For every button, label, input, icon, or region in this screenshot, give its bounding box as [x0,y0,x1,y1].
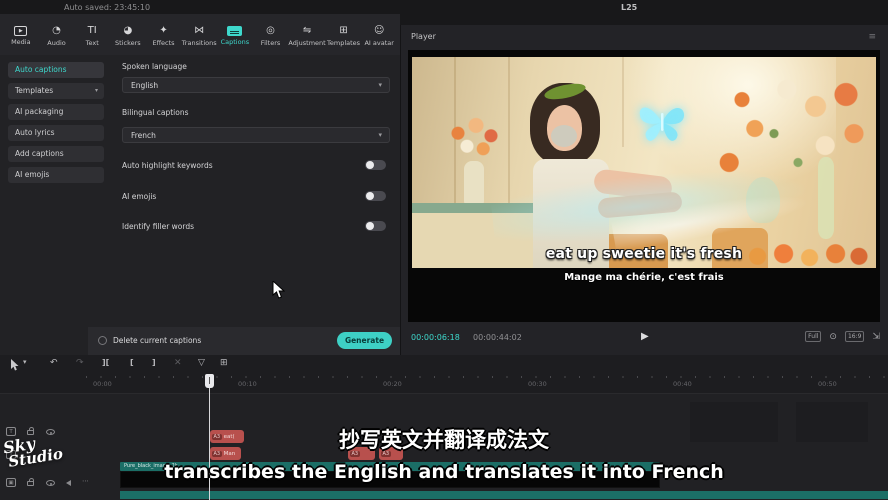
sky-studio-watermark: Sky Studio [2,432,64,470]
tab-transitions[interactable]: ⋈ Transitions [181,25,217,47]
auto-highlight-label: Auto highlight keywords [122,161,213,170]
video-preview[interactable]: eat up sweetie it's fresh Mange ma chéri… [408,50,880,322]
autosave-status: Auto saved: 23:45:10 [64,3,150,12]
auto-captions-panel: Spoken language English ▾ Bilingual capt… [110,55,400,355]
sidebar-item-ai-packaging[interactable]: AI packaging [8,104,104,120]
bilingual-language-select[interactable]: French ▾ [122,127,390,143]
undo-icon[interactable]: ↶ [50,358,58,368]
split-icon[interactable]: ][ [102,358,109,367]
ai-emojis-label: AI emojis [122,192,156,201]
text-icon: TI [88,25,97,37]
tab-text[interactable]: TI Text [74,25,110,47]
tab-audio[interactable]: ◔ Audio [39,25,75,47]
tab-templates[interactable]: ⊞ Templates [326,25,362,47]
aspect-ratio-button[interactable]: 16:9 [845,331,864,342]
chevron-down-icon: ▾ [95,83,98,99]
sidebar-item-templates[interactable]: Templates ▾ [8,83,104,99]
sidebar-item-auto-captions[interactable]: Auto captions [8,62,104,78]
mouse-cursor [272,281,285,299]
tab-media[interactable]: ▶ Media [3,25,39,46]
transitions-icon: ⋈ [194,25,204,37]
sidebar-item-ai-emojis[interactable]: AI emojis [8,167,104,183]
tab-filters[interactable]: ◎ Filters [253,25,289,47]
play-button[interactable]: ▶ [641,331,649,342]
snapshot-icon[interactable]: ⊙ [829,332,837,342]
filler-words-toggle[interactable] [365,221,386,231]
video-frame: eat up sweetie it's fresh [412,57,876,268]
captions-icon [227,26,242,36]
tab-effects[interactable]: ✦ Effects [146,25,182,47]
delete-captions-label: Delete current captions [113,336,201,345]
session-label: L25 [621,3,637,12]
butterfly-hologram [636,99,688,145]
player-title: Player [411,32,436,41]
video-caption-english: eat up sweetie it's fresh [412,246,876,262]
trim-left-icon[interactable]: [ [130,358,134,367]
effects-icon: ✦ [159,25,167,37]
select-tool-icon[interactable] [10,359,19,371]
select-tool-dropdown[interactable]: ▾ [23,358,27,366]
delete-captions-checkbox[interactable] [98,336,107,345]
preview-quality-button[interactable]: Full [805,331,821,342]
filler-words-label: Identify filler words [122,222,194,231]
templates-icon: ⊞ [339,25,347,37]
trim-right-icon[interactable]: ] [152,358,156,367]
title-bar-right [400,14,888,25]
adjustment-icon: ⇋ [303,25,311,37]
chevron-down-icon: ▾ [378,131,382,139]
fullscreen-icon[interactable]: ⇲ [872,332,880,342]
player-controls: 00:00:06:18 00:00:44:02 ▶ Full ⊙ 16:9 ⇲ [401,322,888,355]
ai-avatar-icon: ☺ [374,25,384,37]
player-menu-icon[interactable]: ≡ [868,32,876,42]
video-caption-french: Mange ma chérie, c'est frais [408,272,880,283]
current-time: 00:00:06:18 [411,333,460,342]
mask-icon[interactable]: ▽ [198,358,205,368]
spoken-language-label: Spoken language [122,62,187,71]
add-track-icon[interactable]: ⊞ [220,358,228,368]
delete-icon[interactable]: ✕ [174,358,182,368]
tab-captions[interactable]: Captions [217,25,253,46]
subtitle-english: transcribes the English and translates i… [0,461,888,483]
chevron-down-icon: ▾ [378,81,382,89]
bilingual-captions-label: Bilingual captions [122,108,188,117]
media-icon: ▶ [14,26,27,36]
subtitle-chinese: 抄写英文并翻译成法文 [0,424,888,454]
captions-panel-footer: Delete current captions Generate [88,327,400,355]
generate-button[interactable]: Generate [337,332,392,349]
playhead-handle[interactable] [205,374,214,388]
sidebar-item-auto-lyrics[interactable]: Auto lyrics [8,125,104,141]
left-flower-vase [446,115,506,167]
tab-adjustment[interactable]: ⇋ Adjustment [288,25,325,47]
tab-stickers[interactable]: ◕ Stickers [110,25,146,47]
stickers-icon: ◕ [123,25,132,37]
captions-sidebar: Auto captions Templates ▾ AI packaging A… [0,55,110,355]
timeline-toolbar: ▾ ↶ ↷ ][ [ ] ✕ ▽ ⊞ [0,355,888,375]
tab-ai-avatar[interactable]: ☺ AI avatar [361,25,397,47]
auto-highlight-toggle[interactable] [365,160,386,170]
audio-track-clip[interactable] [120,491,888,499]
capcut-editor-window: Auto saved: 23:45:10 L25 ▶ Media ◔ Audio… [0,0,888,500]
sidebar-item-add-captions[interactable]: Add captions [8,146,104,162]
spoken-language-select[interactable]: English ▾ [122,77,390,93]
timeline-ruler[interactable]: 00:00 00:10 00:20 00:30 00:40 00:50 [0,375,888,393]
audio-icon: ◔ [52,25,61,37]
redo-icon[interactable]: ↷ [76,358,84,368]
main-toolbar: ▶ Media ◔ Audio TI Text ◕ Stickers ✦ Eff… [0,14,400,55]
filters-icon: ◎ [266,25,275,37]
ai-emojis-toggle[interactable] [365,191,386,201]
total-duration: 00:00:44:02 [473,333,522,342]
player-panel: Player ≡ [401,25,888,355]
